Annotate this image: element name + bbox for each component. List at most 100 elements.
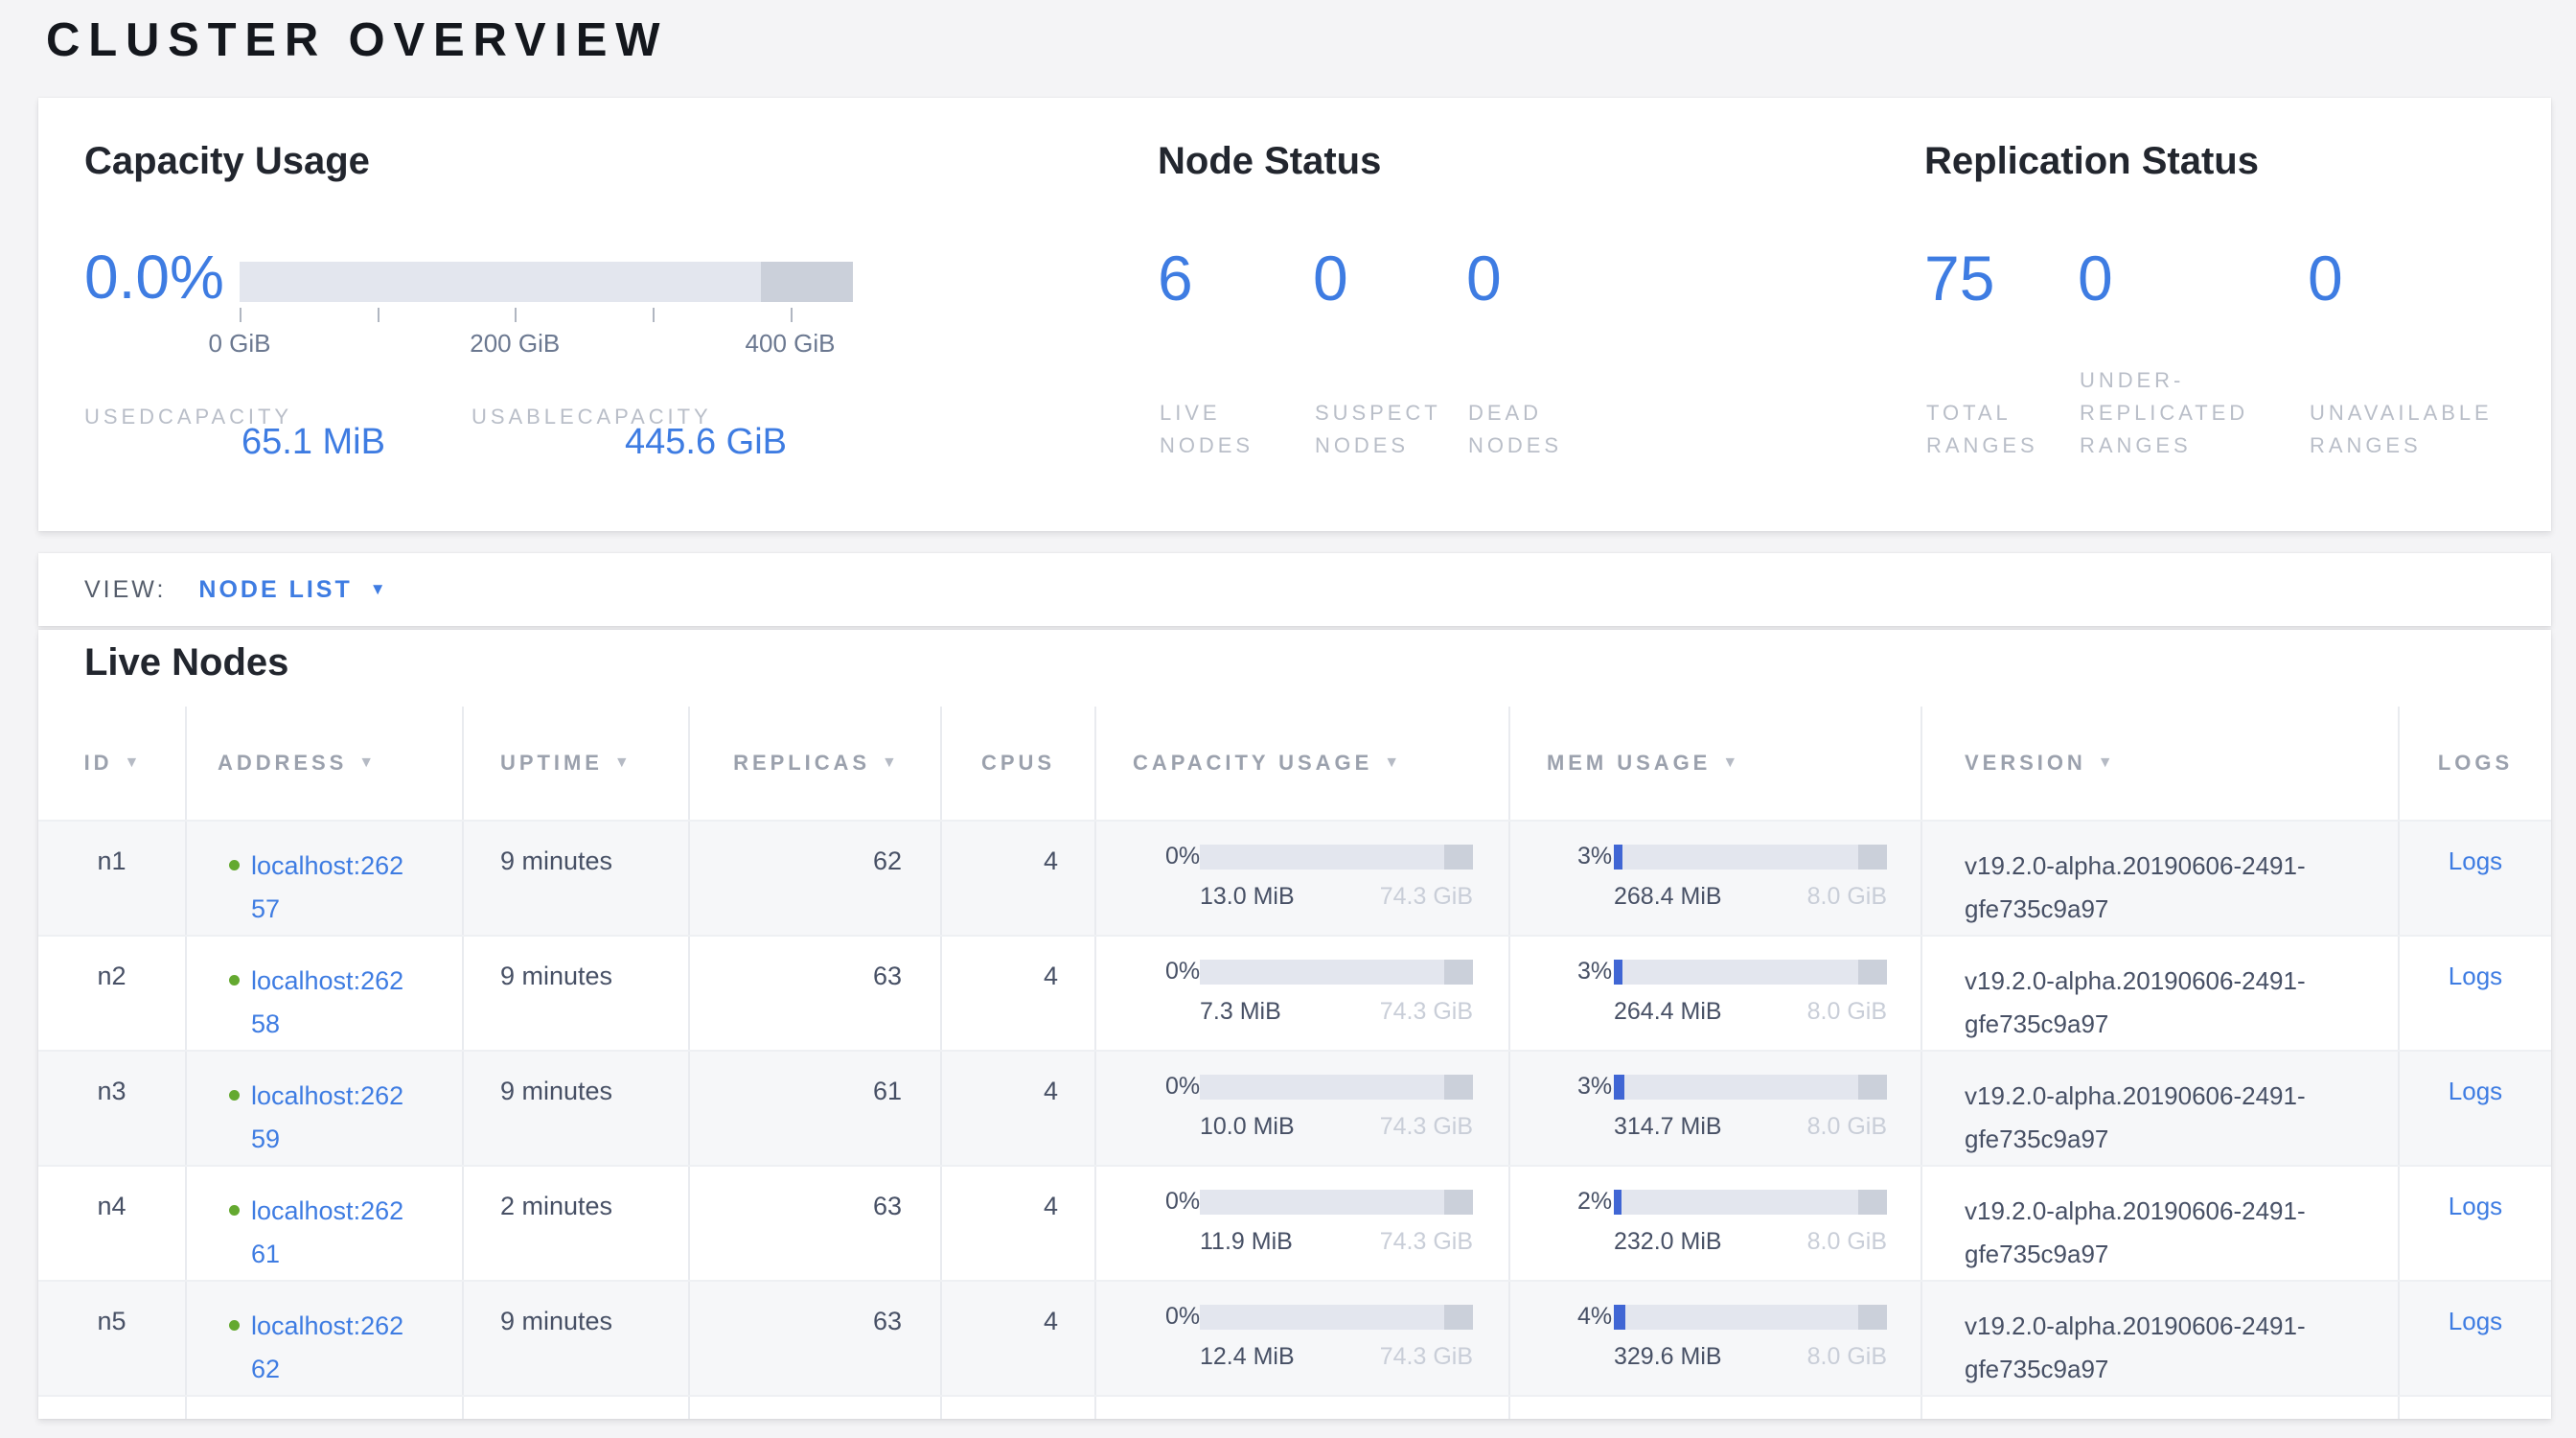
uptime-cell: 9 minutes <box>462 937 688 1050</box>
chevron-down-icon: ▼ <box>370 580 386 599</box>
node-live-dot-icon <box>229 975 240 986</box>
metric-label-line: NODES <box>1160 429 1254 462</box>
version-value: v19.2.0-alpha.20190606-2491-gfe735c9a97 <box>1965 1075 2375 1161</box>
logs-link[interactable]: Logs <box>2449 1307 2502 1395</box>
capacity-usage-heading: Capacity Usage <box>84 140 370 183</box>
mem-meter: 3% <box>1577 958 1920 986</box>
meter-total-value: 8.0 GiB <box>1807 1113 1887 1141</box>
uptime-cell: 2 minutes <box>462 1167 688 1280</box>
node-address-link[interactable]: localhost:26257 <box>251 845 418 935</box>
column-header-replicas[interactable]: REPLICAS▼ <box>688 707 940 820</box>
metric-label-line: NODES <box>1468 429 1562 462</box>
meter-total-value: 74.3 GiB <box>1380 1343 1473 1371</box>
logs-link[interactable]: Logs <box>2449 962 2502 1050</box>
node-live-dot-icon <box>229 1090 240 1101</box>
meter-used-fill <box>1614 1305 1625 1330</box>
meter-used-fill <box>1614 1075 1624 1100</box>
logs-cell: Logs <box>2398 1282 2551 1395</box>
capacity-usage-cell: 0%12.4 MiB74.3 GiB <box>1094 1282 1508 1395</box>
replicas-cell: 62 <box>688 822 940 935</box>
version-cell: v19.2.0-alpha.20190606-2491-gfe735c9a97 <box>1920 822 2398 935</box>
empty-cell <box>38 1397 185 1419</box>
meter-percent: 0% <box>1165 1188 1200 1216</box>
meter-used-fill <box>1614 960 1622 985</box>
metric-label: TOTALRANGES <box>1926 366 2038 462</box>
mem-bar <box>1614 1305 1887 1330</box>
node-address-link[interactable]: localhost:26261 <box>251 1190 418 1280</box>
meter-total-value: 8.0 GiB <box>1807 1343 1887 1371</box>
table-row-partial <box>38 1395 2551 1419</box>
logs-link[interactable]: Logs <box>2449 847 2502 935</box>
logs-link[interactable]: Logs <box>2449 1077 2502 1165</box>
mem-meter: 2% <box>1577 1188 1920 1216</box>
view-dropdown[interactable]: NODE LIST ▼ <box>198 576 385 604</box>
node-id: n2 <box>97 962 126 990</box>
summary-metric: 0UNDER-REPLICATEDRANGES <box>2078 242 2304 314</box>
node-address-cell: localhost:26261 <box>185 1167 462 1280</box>
meter-used-value: 7.3 MiB <box>1200 998 1281 1026</box>
capacity-stat-value: 445.6 GiB <box>625 422 787 463</box>
meter-total-value: 8.0 GiB <box>1807 1228 1887 1256</box>
metric-label-line: UNDER- <box>2080 364 2248 397</box>
column-header-id[interactable]: ID▼ <box>38 707 185 820</box>
meter-percent: 3% <box>1577 958 1614 986</box>
capacity-usage-cell: 0%7.3 MiB 74.3 GiB <box>1094 937 1508 1050</box>
sort-arrow-icon: ▼ <box>1384 754 1399 772</box>
empty-cell <box>2398 1397 2551 1419</box>
version-cell: v19.2.0-alpha.20190606-2491-gfe735c9a97 <box>1920 1282 2398 1395</box>
sort-arrow-icon: ▼ <box>882 754 897 772</box>
logs-link[interactable]: Logs <box>2449 1192 2502 1280</box>
stat-label-line: USED <box>84 405 158 429</box>
cpus-value: 4 <box>1044 962 1058 990</box>
mem-usage-cell: 4%329.6 MiB8.0 GiB <box>1508 1282 1920 1395</box>
replicas-value: 63 <box>873 1307 902 1335</box>
uptime-cell: 9 minutes <box>462 822 688 935</box>
meter-labels: 13.0 MiB74.3 GiB <box>1200 883 1473 911</box>
capacity-percent-value: 0.0% <box>84 242 224 313</box>
metric-label-line: TOTAL <box>1926 397 2038 429</box>
node-live-dot-icon <box>229 860 240 870</box>
cpus-cell: 4 <box>940 1052 1094 1165</box>
replicas-value: 61 <box>873 1077 902 1105</box>
axis-tick-label: 200 GiB <box>470 329 560 359</box>
meter-used-fill <box>1614 1190 1622 1215</box>
column-header-memory[interactable]: MEM USAGE▼ <box>1508 707 1920 820</box>
table-row: n3localhost:262599 minutes6140%10.0 MiB7… <box>38 1050 2551 1165</box>
meter-total-value: 74.3 GiB <box>1380 998 1473 1026</box>
capacity-bar <box>1200 1190 1473 1215</box>
table-row: n5localhost:262629 minutes6340%12.4 MiB7… <box>38 1280 2551 1395</box>
version-value: v19.2.0-alpha.20190606-2491-gfe735c9a97 <box>1965 845 2375 931</box>
column-header-address[interactable]: ADDRESS▼ <box>185 707 462 820</box>
meter-percent: 0% <box>1165 958 1200 986</box>
meter-percent: 3% <box>1577 843 1614 870</box>
version-cell: v19.2.0-alpha.20190606-2491-gfe735c9a97 <box>1920 937 2398 1050</box>
axis-tick <box>515 308 517 322</box>
column-header-uptime[interactable]: UPTIME▼ <box>462 707 688 820</box>
table-header-row: ID▼ADDRESS▼UPTIME▼REPLICAS▼CPUSCAPACITY … <box>38 707 2551 820</box>
column-header-version[interactable]: VERSION▼ <box>1920 707 2398 820</box>
node-address-cell: localhost:26262 <box>185 1282 462 1395</box>
node-id-cell: n5 <box>38 1282 185 1395</box>
capacity-bar <box>1200 1075 1473 1100</box>
column-header-capacity[interactable]: CAPACITY USAGE▼ <box>1094 707 1508 820</box>
view-bar: VIEW: NODE LIST ▼ <box>38 553 2551 626</box>
meter-total-value: 74.3 GiB <box>1380 1228 1473 1256</box>
metric-value: 0 <box>1466 242 1692 314</box>
table-row: n1localhost:262579 minutes6240%13.0 MiB7… <box>38 820 2551 935</box>
node-address-cell: localhost:26257 <box>185 822 462 935</box>
capacity-bar-reserved-fill <box>761 262 853 302</box>
meter-used-value: 12.4 MiB <box>1200 1343 1295 1371</box>
meter-used-fill <box>1614 845 1622 870</box>
metric-label: SUSPECTNODES <box>1315 366 1441 462</box>
meter-reserved-fill <box>1858 1190 1887 1215</box>
node-address-link[interactable]: localhost:26262 <box>251 1305 418 1395</box>
version-value: v19.2.0-alpha.20190606-2491-gfe735c9a97 <box>1965 960 2375 1046</box>
node-address-link[interactable]: localhost:26258 <box>251 960 418 1050</box>
empty-cell <box>185 1397 462 1419</box>
node-address-link[interactable]: localhost:26259 <box>251 1075 418 1165</box>
mem-meter: 3% <box>1577 843 1920 870</box>
metric-label: UNDER-REPLICATEDRANGES <box>2080 366 2248 462</box>
node-id-cell: n2 <box>38 937 185 1050</box>
node-id-cell: n4 <box>38 1167 185 1280</box>
meter-percent: 2% <box>1577 1188 1614 1216</box>
